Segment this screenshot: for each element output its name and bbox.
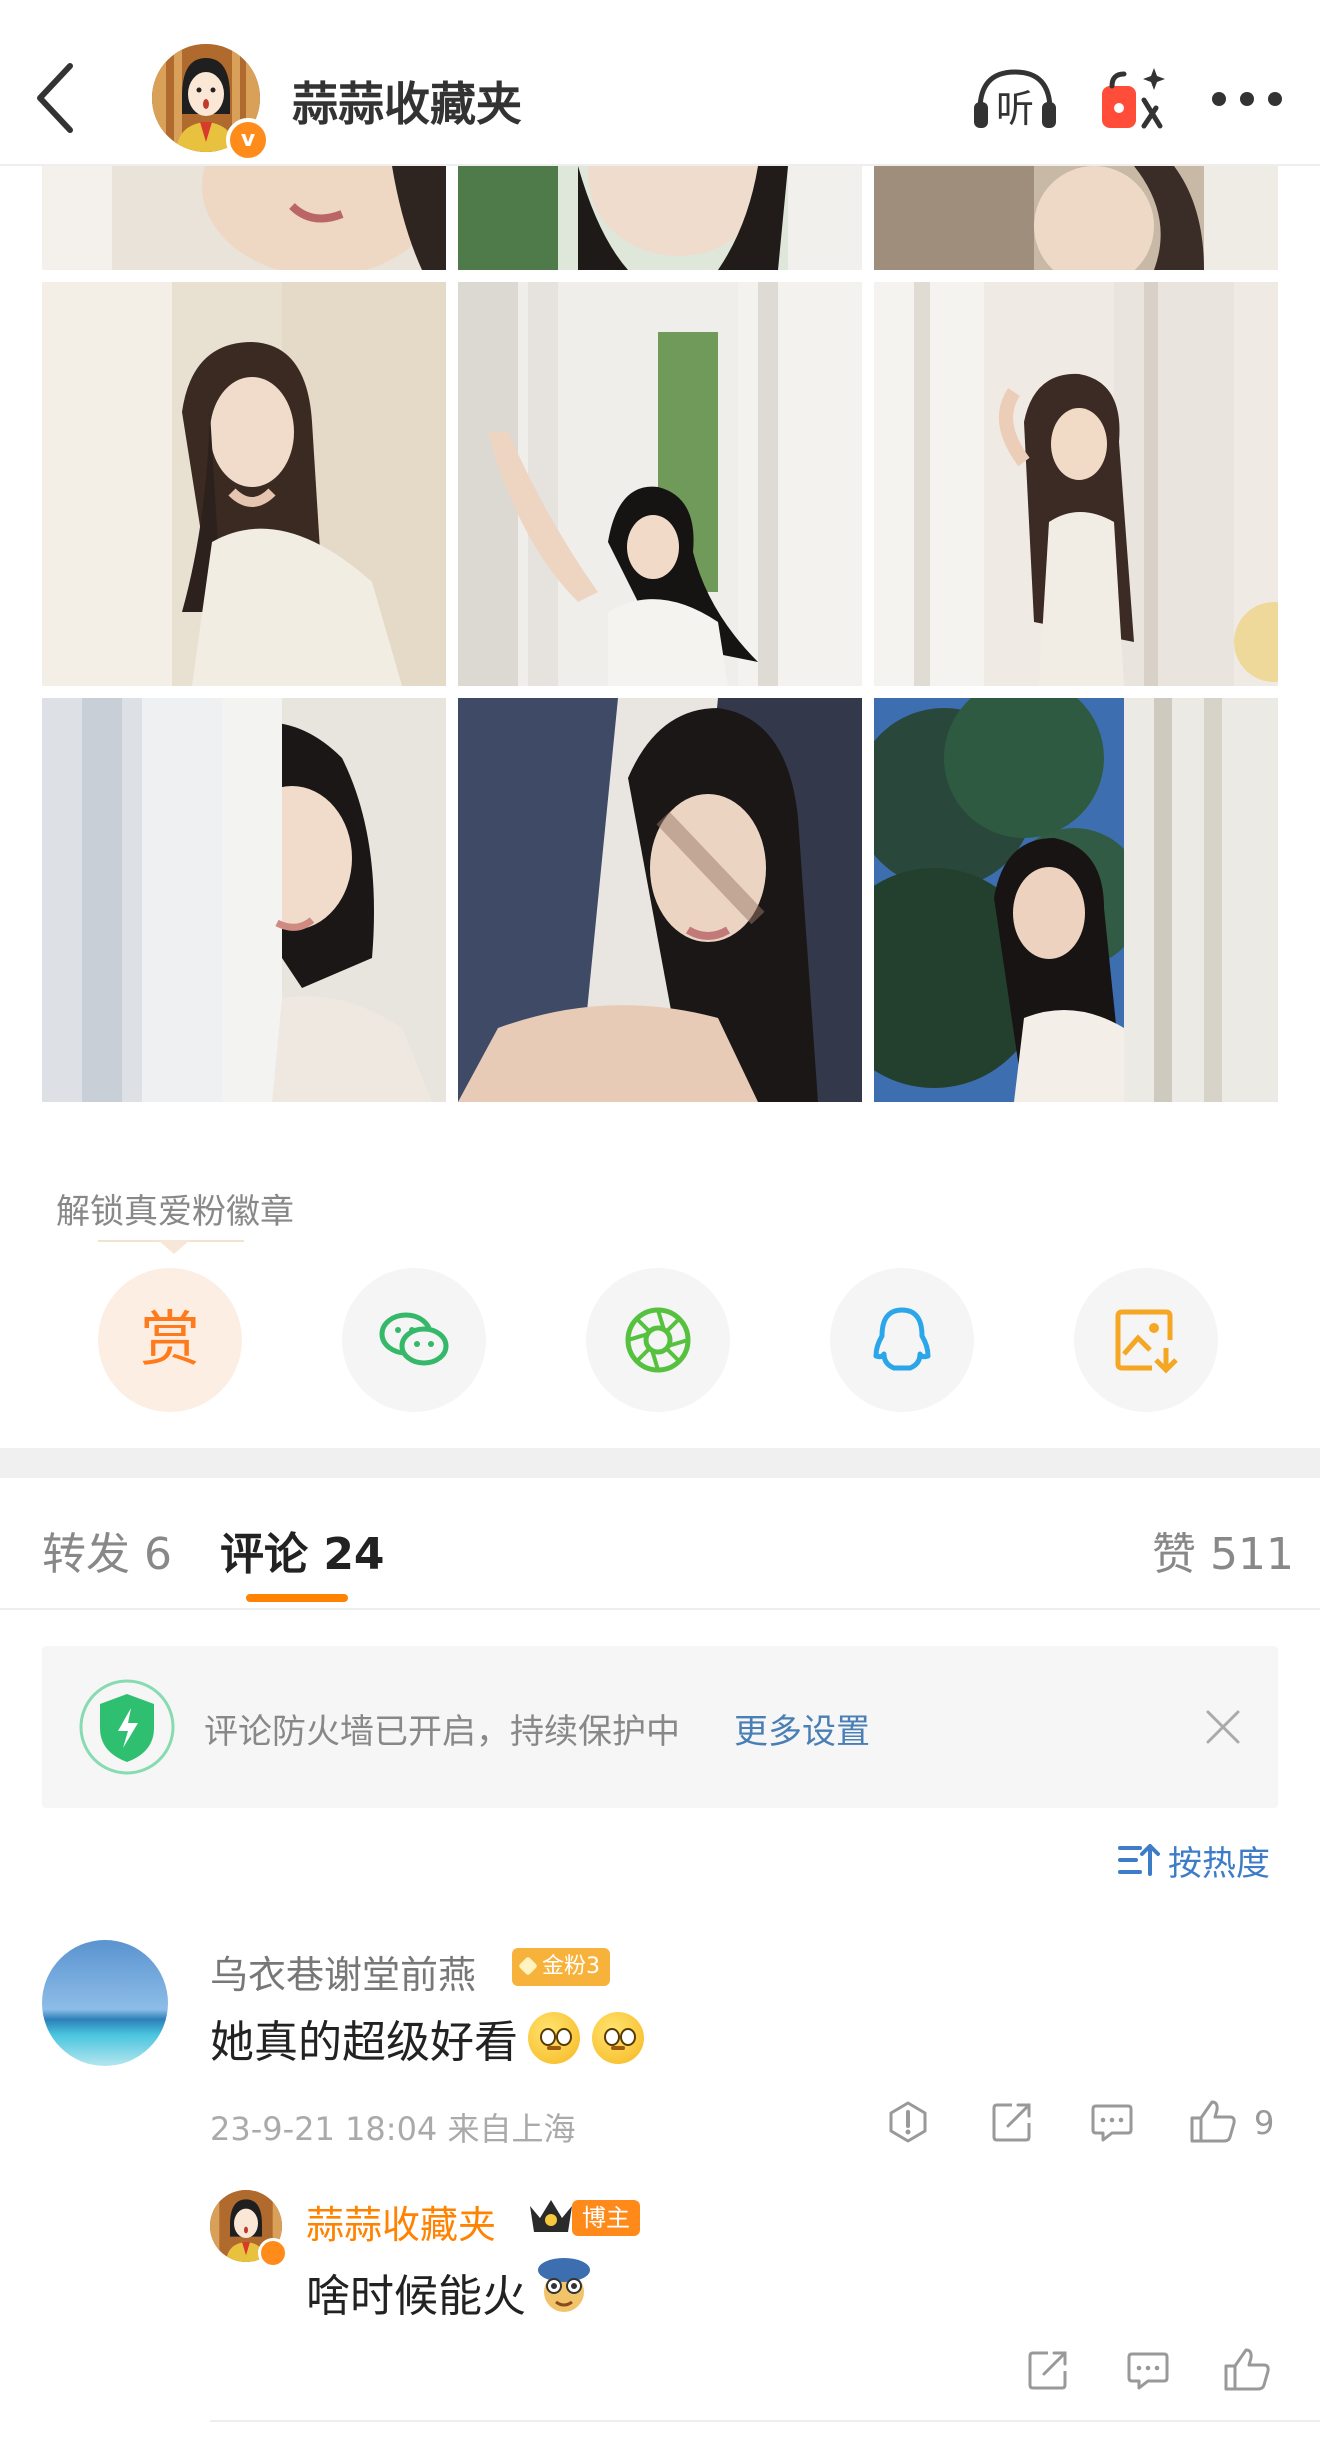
tab-repost[interactable]: 转发 6 xyxy=(42,1518,172,1582)
photo-1[interactable] xyxy=(42,166,446,270)
fan-badge-label: 金粉3 xyxy=(542,1954,600,1979)
moments-icon xyxy=(625,1307,691,1373)
reward-button[interactable]: 赏 xyxy=(98,1268,242,1412)
verified-badge-icon xyxy=(258,2238,288,2268)
section-divider xyxy=(0,1448,1320,1478)
comment-text: 她真的超级好看 xyxy=(210,2017,518,2068)
reply-like-icon[interactable] xyxy=(1222,2346,1272,2392)
wechat-icon xyxy=(379,1312,449,1366)
back-arrow-icon[interactable] xyxy=(30,58,80,138)
sort-by-hot-button[interactable]: 按热度 xyxy=(1168,1836,1270,1885)
tab-comments[interactable]: 评论 24 xyxy=(220,1518,385,1582)
comment-username[interactable]: 乌衣巷谢堂前燕 xyxy=(210,1944,476,1999)
firewall-status-text: 评论防火墙已开启，持续保护中 xyxy=(204,1712,680,1752)
comment-avatar[interactable] xyxy=(42,1940,168,2066)
sticker-icon xyxy=(538,2258,590,2312)
comment-meta: 23-9-21 18:04 来自上海 xyxy=(210,2110,576,2148)
reward-label: 赏 xyxy=(140,1305,200,1375)
page-title[interactable]: 蒜蒜收藏夹 xyxy=(292,68,522,134)
photo-2[interactable] xyxy=(458,166,862,270)
active-tab-indicator xyxy=(246,1594,348,1602)
photo-7[interactable] xyxy=(42,698,446,1102)
more-dots-icon[interactable] xyxy=(1210,92,1318,108)
listen-label: 听 xyxy=(996,87,1035,131)
top-bar: v 蒜蒜收藏夹 听 xyxy=(0,0,1320,166)
unlock-fan-badge-label[interactable]: 解锁真爱粉徽章 xyxy=(56,1184,294,1233)
photo-6[interactable] xyxy=(874,282,1278,686)
reply-comment-icon[interactable] xyxy=(1090,2100,1134,2144)
verified-badge-icon: v xyxy=(226,118,270,162)
reply-forward-icon[interactable] xyxy=(1026,2348,1070,2392)
qq-icon xyxy=(873,1307,931,1371)
photo-5[interactable] xyxy=(458,282,862,686)
crown-icon xyxy=(530,2200,572,2232)
fan-badge[interactable]: 金粉3 xyxy=(512,1948,610,1986)
reply-text: 啥时候能火 xyxy=(306,2271,526,2322)
photo-4[interactable] xyxy=(42,282,446,686)
comment-divider xyxy=(210,2420,1320,2422)
sort-icon[interactable] xyxy=(1116,1840,1160,1880)
tabs-divider xyxy=(0,1608,1320,1610)
shield-icon xyxy=(79,1679,175,1775)
tab-likes[interactable]: 赞 511 xyxy=(1152,1518,1294,1582)
close-icon[interactable] xyxy=(1200,1704,1246,1750)
tooltip-caret xyxy=(158,1240,190,1254)
photo-9[interactable] xyxy=(874,698,1278,1102)
interaction-tabs: 转发 6 评论 24 赞 511 xyxy=(0,1478,1320,1608)
save-image-icon xyxy=(1115,1309,1178,1374)
forward-icon[interactable] xyxy=(990,2100,1034,2144)
photo-8[interactable] xyxy=(458,698,862,1102)
pleading-emoji-icon xyxy=(592,2012,644,2064)
reply-comment-icon[interactable] xyxy=(1126,2348,1170,2392)
qq-share-button[interactable] xyxy=(830,1268,974,1412)
moments-share-button[interactable] xyxy=(586,1268,730,1412)
author-badge: 博主 xyxy=(572,2200,640,2236)
more-settings-link[interactable]: 更多设置 xyxy=(734,1704,870,1753)
report-icon[interactable] xyxy=(886,2100,930,2144)
wechat-share-button[interactable] xyxy=(342,1268,486,1412)
ai-summary-icon[interactable] xyxy=(1098,64,1168,134)
save-image-button[interactable] xyxy=(1074,1268,1218,1412)
like-count: 9 xyxy=(1254,2104,1275,2142)
photo-3[interactable] xyxy=(874,166,1278,270)
like-icon[interactable] xyxy=(1188,2098,1238,2144)
fan-badge-icon xyxy=(518,1956,538,1976)
reply-username[interactable]: 蒜蒜收藏夹 xyxy=(306,2194,496,2249)
pleading-emoji-icon xyxy=(528,2012,580,2064)
